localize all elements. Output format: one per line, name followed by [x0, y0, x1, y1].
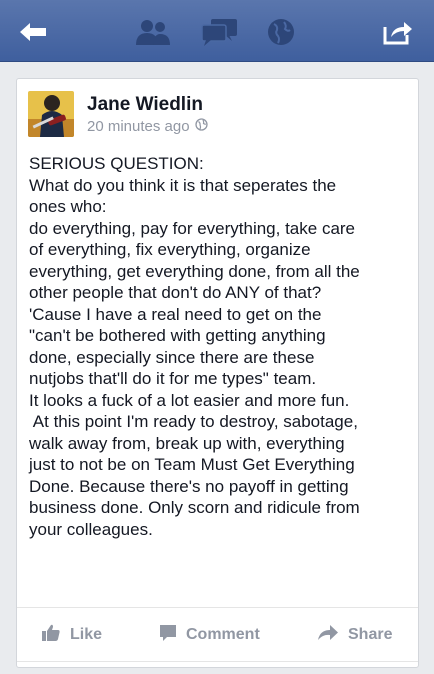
post-text-line: your colleagues.	[29, 519, 153, 539]
post-text-line: just to not be on Team Must Get Everythi…	[29, 455, 355, 474]
post-text-line: Done. Because there's no payoff in getti…	[29, 476, 349, 496]
post-text-line: It looks a fuck of a lot easier and more…	[29, 390, 350, 410]
post-text-line: business done. Only scorn and ridicule f…	[29, 498, 360, 517]
post-author-name[interactable]: Jane Wiedlin	[87, 94, 203, 116]
post-text-line: walk away from, break up with, everythin…	[29, 433, 345, 453]
post-text-line: "can't be bothered with getting anything	[29, 326, 326, 345]
post-text-line: done, especially since there are these	[29, 347, 315, 367]
like-button[interactable]: Like	[41, 608, 102, 662]
avatar[interactable]	[28, 91, 74, 137]
comment-label: Comment	[186, 626, 260, 643]
like-label: Like	[70, 626, 103, 643]
post-action-bar: Like Comment Share	[17, 607, 418, 661]
messages-icon[interactable]	[198, 17, 240, 47]
comment-bubble-icon	[159, 624, 177, 647]
post-card: Jane Wiedlin 20 minutes ago SERIOUS QUES…	[16, 78, 419, 668]
comment-button[interactable]: Comment	[159, 608, 260, 662]
post-text-line: At this point I'm ready to destroy, sabo…	[29, 412, 358, 431]
thumbs-up-icon	[41, 624, 61, 647]
post-text-line: other people that don't do ANY of that?	[29, 283, 322, 302]
post-text-line: everything, get everything done, from al…	[29, 261, 360, 281]
post-text-line: 'Cause I have a real need to get on the	[29, 304, 322, 324]
post-body-text: SERIOUS QUESTION: What do you think it i…	[29, 153, 414, 540]
post-timestamp: 20 minutes ago	[87, 118, 208, 135]
divider	[17, 661, 418, 662]
back-arrow-icon[interactable]	[16, 17, 50, 47]
post-text-line: What do you think it is that seperates t…	[29, 175, 337, 195]
share-arrow-icon	[317, 624, 339, 647]
top-navigation-bar	[0, 0, 434, 62]
post-text-line: nutjobs that'll do it for me types" team…	[29, 369, 317, 388]
share-button[interactable]: Share	[317, 608, 392, 662]
share-icon[interactable]	[380, 17, 416, 47]
public-globe-icon	[194, 118, 208, 135]
post-text-line: of everything, fix everything, organize	[29, 240, 311, 259]
friend-requests-icon[interactable]	[132, 17, 174, 47]
post-text-line: ones who:	[29, 197, 107, 216]
timestamp-text: 20 minutes ago	[87, 118, 190, 135]
post-text-line: do everything, pay for everything, take …	[29, 218, 356, 238]
share-label: Share	[348, 626, 393, 643]
post-text-line: SERIOUS QUESTION:	[29, 154, 204, 173]
notifications-globe-icon[interactable]	[261, 17, 301, 47]
